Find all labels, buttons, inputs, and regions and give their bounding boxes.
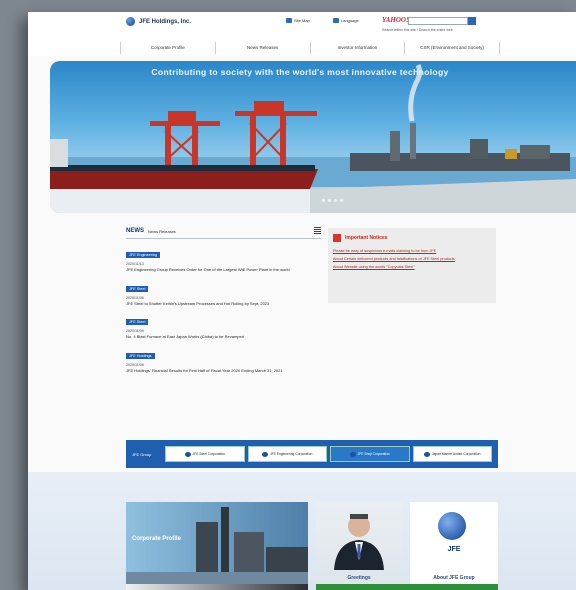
notice-link[interactable]: About Website using the words "Copycats … <box>328 265 496 270</box>
group-company-link[interactable]: JFE Engineering Corporation <box>247 446 327 462</box>
about-group-card[interactable]: JFE About JFE Group <box>410 502 498 584</box>
nav-news-releases[interactable]: News Releases <box>214 42 310 54</box>
nav-csr[interactable]: CSR (Environment and Society) <box>404 42 500 54</box>
news-category-badge: JFE Steel <box>126 319 149 325</box>
news-category-badge: JFE Engineering <box>126 252 161 258</box>
carousel-dot[interactable] <box>322 199 325 202</box>
hero-banner[interactable]: Contributing to society with the world's… <box>50 61 576 213</box>
company-logo-icon <box>349 451 356 457</box>
steel-plant-image <box>126 507 308 584</box>
site-header: JFE Holdings, Inc. Site Map Language YAH… <box>28 12 576 56</box>
jfe-globe-icon <box>438 512 466 540</box>
news-headline[interactable]: No. 4 Blast Furnace at East Japan Works … <box>126 334 321 340</box>
page-paper: JFE Holdings, Inc. Site Map Language YAH… <box>28 12 576 590</box>
company-name: JFE Engineering Corporation <box>269 452 313 456</box>
company-logo-icon <box>184 451 191 457</box>
news-headline[interactable]: JFE Holdings' Financial Results for Firs… <box>126 368 321 374</box>
language-link[interactable]: Language <box>333 18 359 23</box>
hero-illustration <box>50 63 576 213</box>
search-input[interactable] <box>408 17 468 25</box>
nav-investor-information[interactable]: Investor Information <box>309 42 405 54</box>
notice-link[interactable]: Please be wary of suspicious e-mails cla… <box>328 249 496 254</box>
list-icon[interactable] <box>314 227 321 235</box>
corporate-profile-card[interactable]: Corporate Profile <box>126 502 308 584</box>
alert-icon <box>333 234 341 242</box>
news-headline[interactable]: JFE Steel to Shutter Keihin's Upstream P… <box>126 301 321 307</box>
jfe-logo-icon <box>126 17 135 26</box>
carousel-dot[interactable] <box>340 199 343 202</box>
notice-link[interactable]: About Certain delivered products and fal… <box>328 257 496 262</box>
news-date: 2020/11/13 <box>126 262 144 266</box>
news-title: NEWS <box>126 228 144 234</box>
news-header: NEWS News Releases <box>126 224 321 239</box>
jfe-logo-word: JFE <box>447 546 461 553</box>
site-map-link[interactable]: Site Map <box>286 18 310 23</box>
company-name: Japan Marine United Corporation <box>431 452 481 456</box>
news-category-badge: JFE Holdings <box>126 352 155 359</box>
logo-text: JFE Holdings, Inc. <box>139 18 192 25</box>
news-date: 2020/11/09 <box>126 329 144 333</box>
language-label: Language <box>341 18 359 23</box>
nav-corporate-profile[interactable]: Corporate Profile <box>120 42 215 54</box>
news-subtitle: News Releases <box>148 228 176 234</box>
carousel-dot[interactable] <box>328 199 331 202</box>
news-date: 2020/11/06 <box>126 295 144 300</box>
group-companies-bar: JFE Group JFE Steel Corporation JFE Engi… <box>126 440 498 468</box>
company-logo-icon <box>423 451 430 457</box>
company-logo-icon <box>261 451 268 457</box>
news-item[interactable]: JFE Engineering 2020/11/13 JFE Engineeri… <box>126 243 321 273</box>
president-portrait <box>334 514 384 570</box>
search-button[interactable] <box>468 17 476 25</box>
group-company-link[interactable]: JFE Steel Corporation <box>165 446 245 462</box>
search-note: Search within this site / Search the ent… <box>382 28 453 32</box>
group-company-link[interactable]: Japan Marine United Corporation <box>412 446 492 462</box>
next-card-strip <box>316 584 498 590</box>
group-label: JFE Group <box>132 451 152 457</box>
important-notices-panel: Important Notices Please be wary of susp… <box>328 228 496 303</box>
company-name: JFE Steel Corporation <box>192 452 225 456</box>
news-item[interactable]: JFE Steel 2020/11/09 No. 4 Blast Furnace… <box>126 310 321 340</box>
next-card-strip <box>126 584 308 590</box>
notices-title: Important Notices <box>345 235 388 241</box>
greetings-label: Greetings <box>347 575 371 581</box>
news-category-badge: JFE Steel <box>126 285 149 292</box>
site-map-label: Site Map <box>294 18 310 23</box>
globe-icon <box>333 18 339 23</box>
global-nav: Corporate Profile News Releases Investor… <box>120 42 500 54</box>
news-date: 2020/11/06 <box>126 362 144 367</box>
news-item[interactable]: JFE Steel 2020/11/06 JFE Steel to Shutte… <box>126 277 321 307</box>
yahoo-search-brand: YAHOO! <box>382 16 409 24</box>
notices-header: Important Notices <box>328 228 496 246</box>
site-logo[interactable]: JFE Holdings, Inc. <box>126 17 191 26</box>
news-headline[interactable]: JFE Engineering Group Receives Order for… <box>126 267 321 273</box>
carousel-dots[interactable] <box>322 199 343 202</box>
greetings-card[interactable]: Greetings <box>316 502 402 584</box>
hero-title: Contributing to society with the world's… <box>151 67 449 77</box>
carousel-dot[interactable] <box>334 199 337 202</box>
sitemap-icon <box>286 18 292 23</box>
corporate-profile-label: Corporate Profile <box>132 536 182 542</box>
news-section: NEWS News Releases JFE Engineering 2020/… <box>126 224 321 373</box>
company-name: JFE Shoji Corporation <box>357 452 390 456</box>
news-item[interactable]: JFE Holdings 2020/11/06 JFE Holdings' Fi… <box>126 344 321 374</box>
about-group-label: About JFE Group <box>433 575 475 581</box>
group-company-link[interactable]: JFE Shoji Corporation <box>330 446 410 462</box>
